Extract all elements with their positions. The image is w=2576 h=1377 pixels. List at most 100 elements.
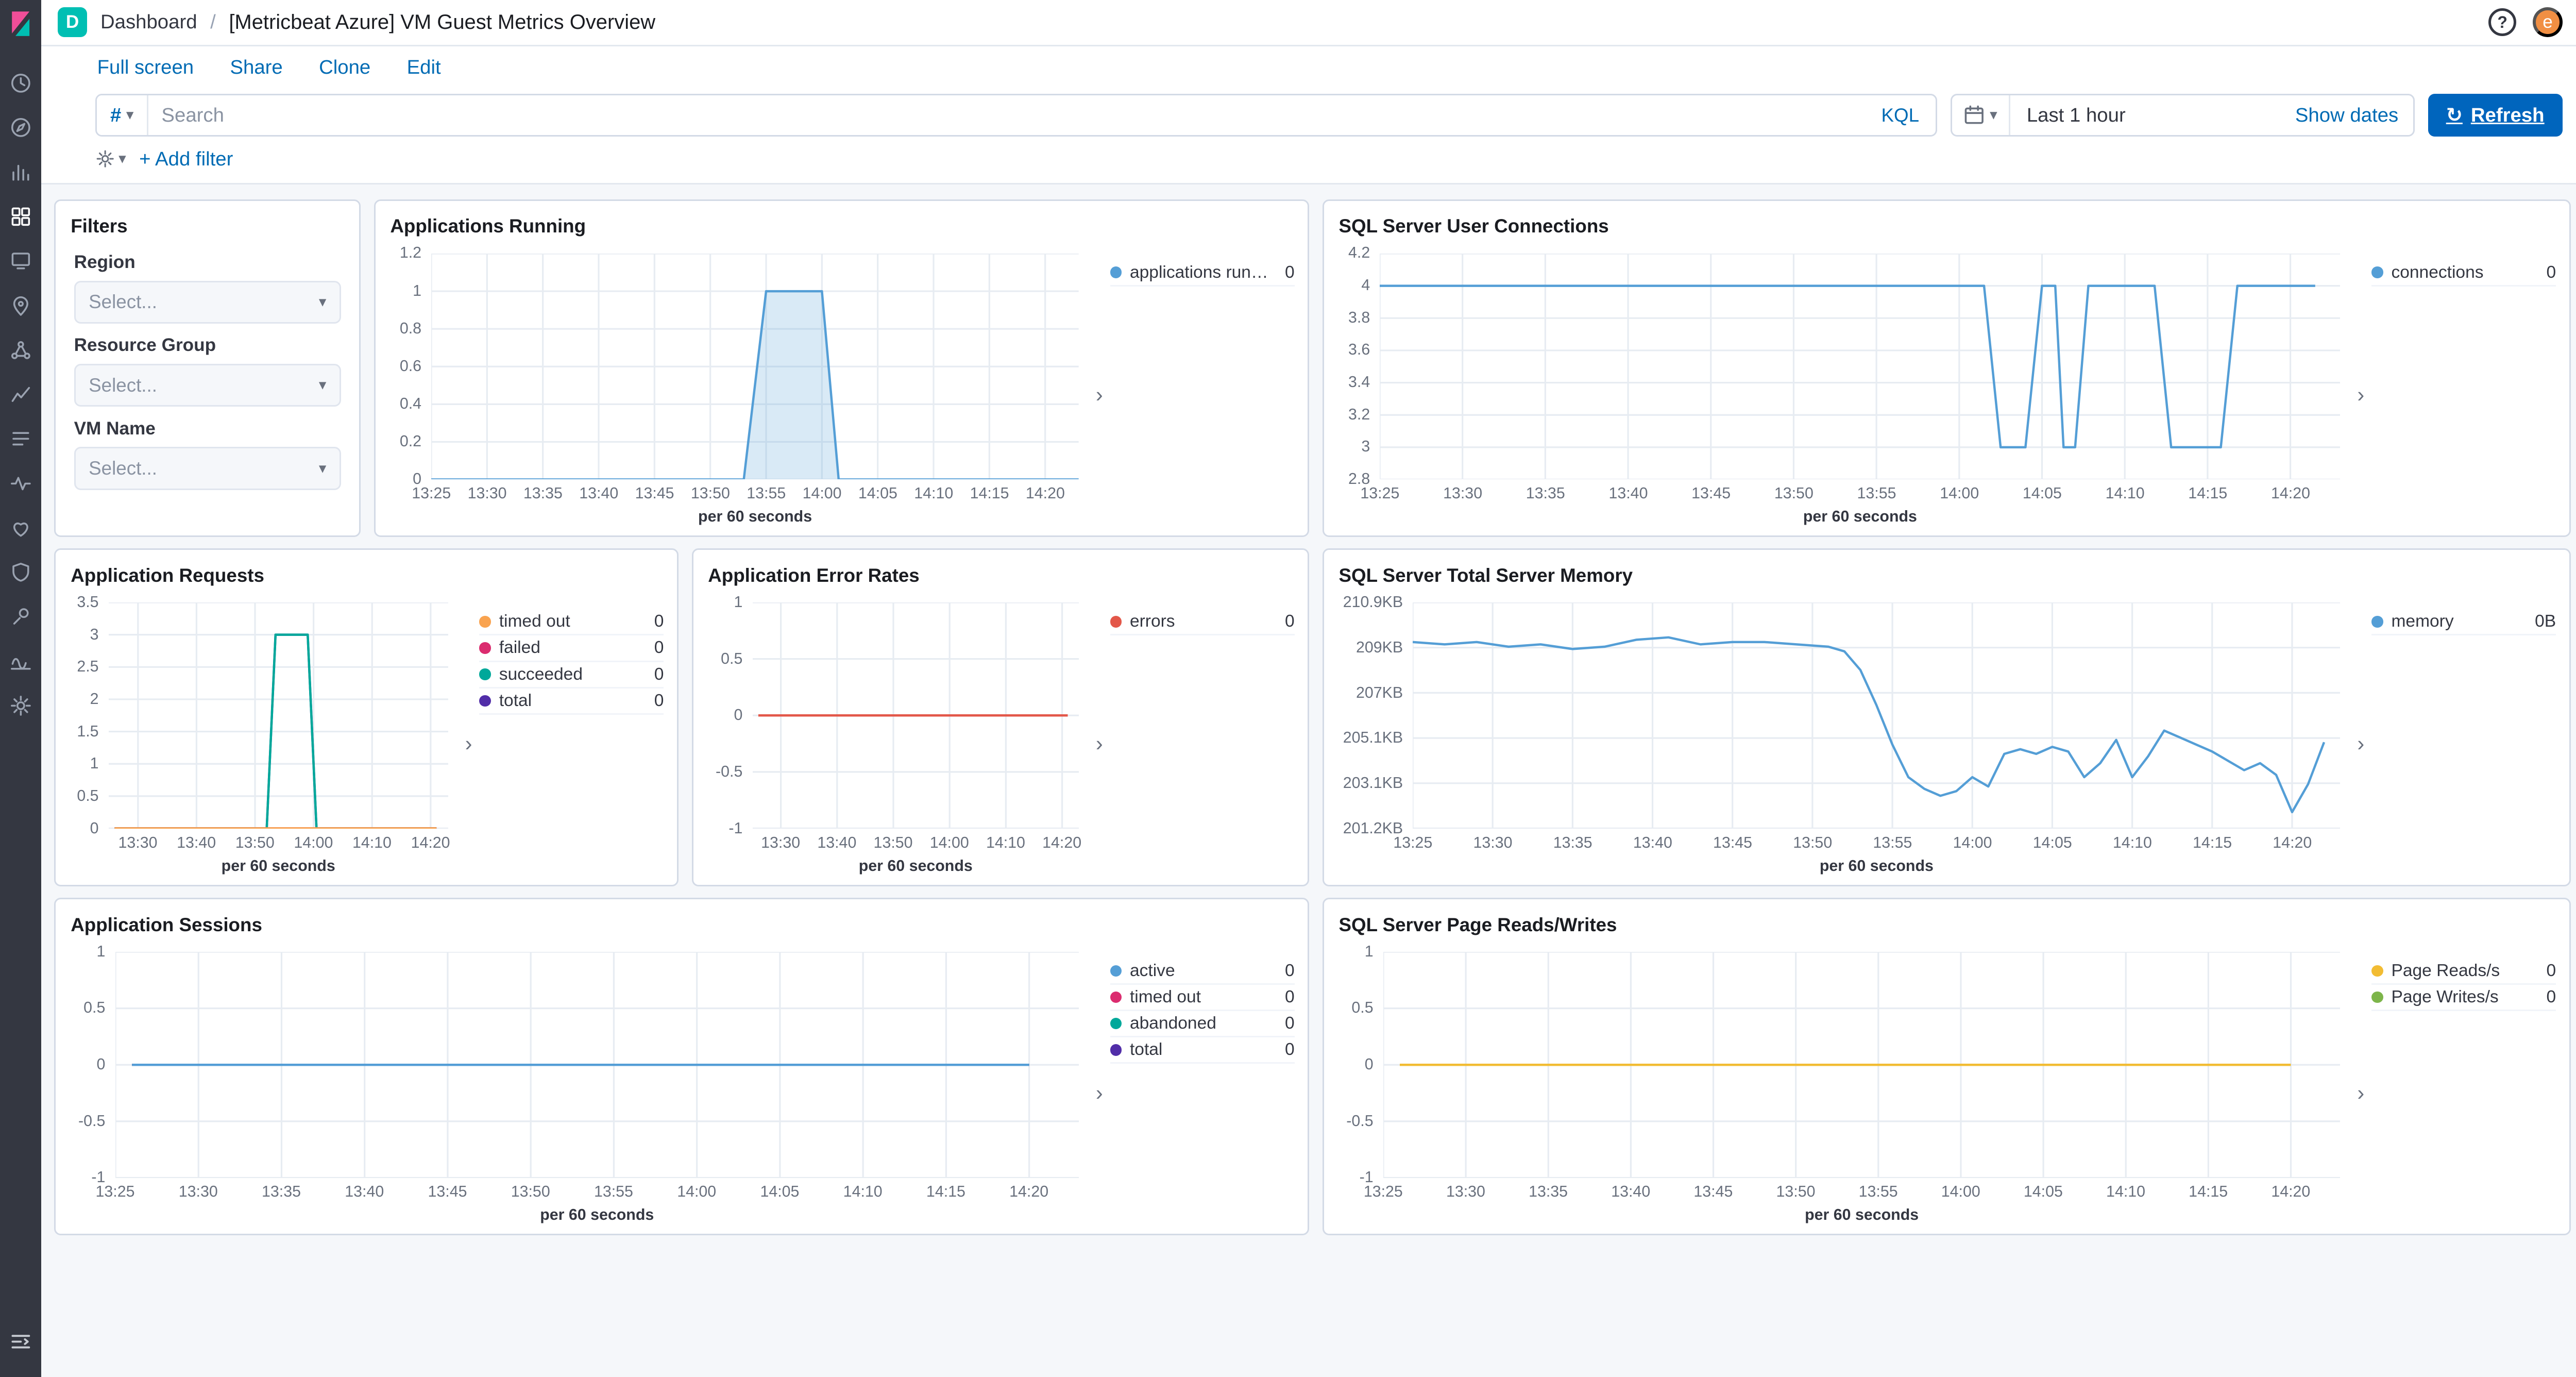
- time-range-value[interactable]: Last 1 hour: [2010, 104, 2280, 127]
- hash-icon: #: [110, 104, 121, 127]
- filter-settings-button[interactable]: ▾: [95, 149, 126, 169]
- y-tick-label: 3: [1361, 440, 1370, 455]
- refresh-button[interactable]: ↻ Refresh: [2428, 94, 2563, 137]
- resource-group-select[interactable]: Select... ▾: [74, 364, 341, 407]
- user-avatar[interactable]: e: [2533, 7, 2563, 37]
- legend-series-value: 0: [654, 665, 664, 684]
- saved-query-menu-button[interactable]: # ▾: [97, 95, 148, 135]
- kibana-app: D Dashboard / [Metricbeat Azure] VM Gues…: [0, 0, 2576, 1377]
- chart-sql-memory[interactable]: 201.2KB203.1KB205.1KB207KB209KB210.9KB13…: [1337, 590, 2350, 878]
- sidebar-item-logs[interactable]: [0, 417, 41, 461]
- chart-sql-page-rw[interactable]: -1-0.500.5113:2513:3013:3513:4013:4513:5…: [1337, 939, 2350, 1228]
- plot-area[interactable]: [753, 602, 1079, 829]
- sidebar-item-machine-learning[interactable]: [0, 328, 41, 372]
- sidebar-item-discover[interactable]: [0, 106, 41, 150]
- panel-app-requests: Application Requests00.511.522.533.513:3…: [54, 548, 678, 886]
- legend-item[interactable]: total0: [479, 688, 664, 715]
- sidebar-item-apm[interactable]: [0, 461, 41, 506]
- x-tick-label: 13:50: [1776, 1184, 1815, 1200]
- plot-area[interactable]: [115, 952, 1079, 1178]
- vm-name-select[interactable]: Select... ▾: [74, 447, 341, 490]
- chart-applications-running[interactable]: 00.20.40.60.811.213:2513:3013:3513:4013:…: [388, 240, 1089, 529]
- legend-toggle-icon[interactable]: ›: [2350, 609, 2372, 878]
- sidebar-item-management[interactable]: [0, 683, 41, 728]
- legend-color-dot: [2371, 266, 2383, 278]
- dashboard-top-menu: Full screen Share Clone Edit: [41, 46, 2576, 89]
- region-label: Region: [74, 252, 341, 273]
- add-filter-button[interactable]: + Add filter: [139, 148, 233, 171]
- plot-area[interactable]: [109, 602, 448, 829]
- legend-series-value: 0: [2546, 961, 2556, 981]
- space-avatar[interactable]: D: [58, 7, 88, 37]
- x-axis-labels: 13:3013:4013:5014:0014:1014:20: [109, 835, 448, 853]
- legend-toggle-icon[interactable]: ›: [2350, 260, 2372, 529]
- legend-toggle-icon[interactable]: ›: [458, 609, 480, 878]
- sidebar-item-dev-tools[interactable]: [0, 595, 41, 639]
- legend-series-value: 0: [2546, 263, 2556, 282]
- legend-item[interactable]: timed out0: [1110, 985, 1295, 1011]
- edit-link[interactable]: Edit: [407, 56, 441, 79]
- clone-link[interactable]: Clone: [319, 56, 370, 79]
- plot-area[interactable]: [1380, 254, 2340, 480]
- legend-color-dot: [2371, 616, 2383, 627]
- collapse-menu-icon[interactable]: [0, 1319, 41, 1364]
- sidebar-item-dashboard[interactable]: [0, 194, 41, 239]
- metrics-icon: [9, 383, 32, 406]
- y-tick-label: 0: [734, 708, 742, 724]
- filter-control-vm-name: VM Name Select... ▾: [74, 418, 341, 490]
- chart-app-error-rates[interactable]: -1-0.500.5113:3013:4013:5014:0014:1014:2…: [706, 590, 1089, 878]
- chart-app-requests[interactable]: 00.511.522.533.513:3013:4013:5014:0014:1…: [69, 590, 458, 878]
- sidebar-item-recently-viewed[interactable]: [0, 61, 41, 105]
- plot-area[interactable]: [431, 254, 1079, 480]
- legend-item[interactable]: errors0: [1110, 609, 1295, 635]
- full-screen-link[interactable]: Full screen: [97, 56, 194, 79]
- y-tick-label: 0.5: [83, 1001, 105, 1016]
- kibana-logo[interactable]: [7, 10, 35, 38]
- panel-title: SQL Server User Connections: [1339, 214, 2556, 239]
- y-tick-label: 3.6: [1348, 343, 1370, 358]
- share-link[interactable]: Share: [230, 56, 282, 79]
- legend-item[interactable]: failed0: [479, 635, 664, 662]
- show-dates-button[interactable]: Show dates: [2280, 104, 2413, 127]
- legend-toggle-icon[interactable]: ›: [1089, 959, 1110, 1228]
- legend-item[interactable]: timed out0: [479, 609, 664, 635]
- region-select[interactable]: Select... ▾: [74, 281, 341, 324]
- chart-sql-connections[interactable]: 2.833.23.43.63.844.213:2513:3013:3513:40…: [1337, 240, 2350, 529]
- sidebar-item-metrics[interactable]: [0, 372, 41, 416]
- legend-item[interactable]: total0: [1110, 1037, 1295, 1064]
- legend-item[interactable]: applications running0: [1110, 260, 1295, 287]
- sidebar-item-stack-monitoring[interactable]: [0, 639, 41, 683]
- plot-area[interactable]: [1413, 602, 2340, 829]
- x-axis-units: per 60 seconds: [109, 858, 448, 875]
- sidebar-item-visualize[interactable]: [0, 150, 41, 194]
- legend-item[interactable]: succeeded0: [479, 662, 664, 688]
- legend-item[interactable]: Page Writes/s0: [2371, 985, 2556, 1011]
- chart-app-sessions[interactable]: -1-0.500.5113:2513:3013:3513:4013:4513:5…: [69, 939, 1089, 1228]
- plot-area[interactable]: [1383, 952, 2341, 1178]
- y-tick-label: 3.4: [1348, 375, 1370, 390]
- sidebar-item-maps[interactable]: [0, 283, 41, 328]
- breadcrumb[interactable]: Dashboard: [100, 11, 197, 33]
- y-tick-label: 1: [90, 757, 99, 772]
- search-input[interactable]: [148, 104, 1865, 127]
- kql-button[interactable]: KQL: [1865, 105, 1936, 126]
- help-icon[interactable]: ?: [2488, 8, 2516, 36]
- legend-toggle-icon[interactable]: ›: [2350, 959, 2372, 1228]
- legend-series-name: total: [1130, 1040, 1277, 1060]
- legend-item[interactable]: abandoned0: [1110, 1011, 1295, 1037]
- legend-toggle-icon[interactable]: ›: [1089, 609, 1110, 878]
- dashboard-icon: [9, 205, 32, 228]
- x-tick-label: 13:35: [262, 1184, 301, 1200]
- vm-name-select-value: Select...: [89, 458, 319, 479]
- legend-item[interactable]: memory0B: [2371, 609, 2556, 635]
- legend-item[interactable]: Page Reads/s0: [2371, 959, 2556, 985]
- legend-item[interactable]: active0: [1110, 959, 1295, 985]
- legend-series-name: timed out: [499, 612, 646, 631]
- legend-toggle-icon[interactable]: ›: [1089, 260, 1110, 529]
- sidebar-item-canvas[interactable]: [0, 239, 41, 283]
- calendar-icon[interactable]: ▾: [1952, 95, 2010, 135]
- sidebar-item-uptime[interactable]: [0, 506, 41, 550]
- legend-item[interactable]: connections0: [2371, 260, 2556, 287]
- main-column: D Dashboard / [Metricbeat Azure] VM Gues…: [41, 0, 2576, 1377]
- sidebar-item-siem[interactable]: [0, 550, 41, 595]
